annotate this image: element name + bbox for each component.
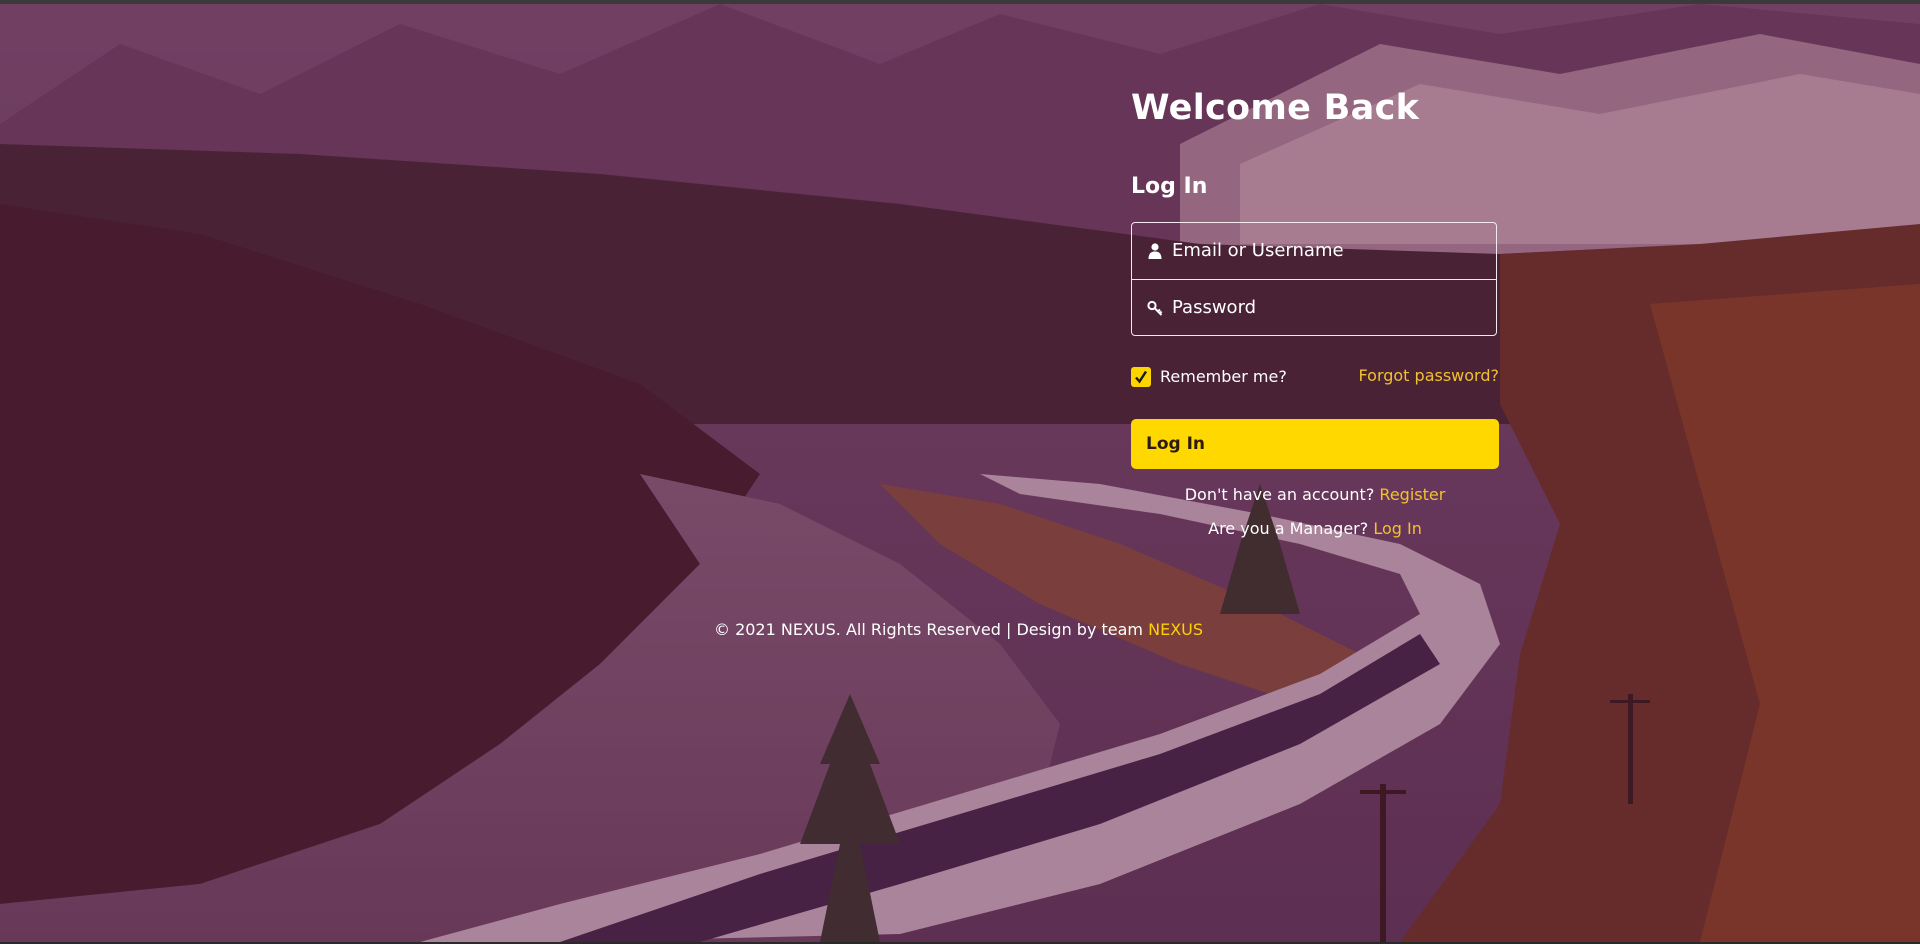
password-field bbox=[1132, 279, 1496, 335]
credentials-group bbox=[1131, 222, 1497, 336]
remember-checkbox[interactable] bbox=[1131, 367, 1151, 387]
login-heading: Log In bbox=[1131, 174, 1208, 199]
login-panel: Welcome Back Log In Remember me? Forgot … bbox=[1131, 80, 1499, 538]
background-image bbox=[0, 4, 1920, 942]
manager-line: Are you a Manager? Log In bbox=[1131, 519, 1499, 538]
footer-text-wrap: © 2021 NEXUS. All Rights Reserved | Desi… bbox=[714, 620, 1203, 639]
copyright-text: © 2021 NEXUS. All Rights Reserved | Desi… bbox=[713, 620, 1144, 639]
email-input[interactable] bbox=[1172, 223, 1482, 277]
welcome-title: Welcome Back bbox=[1131, 88, 1420, 128]
manager-prompt: Are you a Manager? bbox=[1208, 519, 1369, 538]
footer: © 2021 NEXUS. All Rights Reserved | Desi… bbox=[0, 620, 1920, 639]
check-icon bbox=[1135, 370, 1148, 384]
forgot-password-link[interactable]: Forgot password? bbox=[1359, 366, 1499, 385]
password-input[interactable] bbox=[1172, 280, 1482, 334]
team-link[interactable]: NEXUS bbox=[1148, 620, 1203, 639]
remember-label[interactable]: Remember me? bbox=[1160, 367, 1287, 386]
key-icon bbox=[1147, 300, 1163, 316]
tint-overlay bbox=[0, 4, 1920, 942]
login-button[interactable]: Log In bbox=[1131, 419, 1499, 469]
email-field bbox=[1132, 223, 1496, 279]
register-line: Don't have an account? Register bbox=[1131, 485, 1499, 504]
register-prompt: Don't have an account? bbox=[1184, 485, 1375, 504]
register-link[interactable]: Register bbox=[1379, 485, 1445, 504]
manager-login-link[interactable]: Log In bbox=[1373, 519, 1422, 538]
user-icon bbox=[1148, 243, 1162, 259]
options-row: Remember me? Forgot password? bbox=[1131, 364, 1499, 390]
